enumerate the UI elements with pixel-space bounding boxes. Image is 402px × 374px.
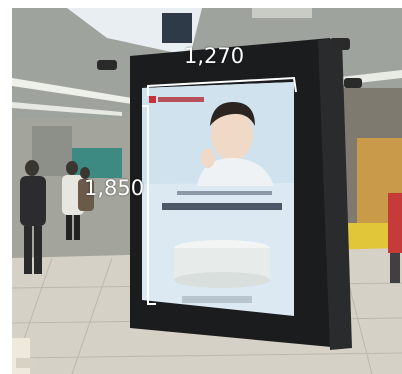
camera-icon [330, 38, 350, 50]
pedestrian [388, 193, 402, 283]
camera-icon [344, 78, 362, 88]
ceiling-fixture [252, 8, 312, 18]
info-screen [72, 148, 122, 178]
brand-logo-icon [149, 96, 156, 103]
ad-headline [162, 203, 282, 210]
restroom-sign [162, 13, 192, 43]
height-dimension-label: 1,850 [84, 176, 145, 200]
ad-tagline [177, 191, 272, 195]
photo-frame: 1,270 1,850 [0, 0, 402, 374]
ad-product-jar [174, 240, 270, 288]
width-dimension-label: 1,270 [184, 44, 245, 68]
brand-wordmark [158, 97, 204, 102]
ad-footer [182, 296, 252, 303]
camera-icon [97, 60, 117, 70]
